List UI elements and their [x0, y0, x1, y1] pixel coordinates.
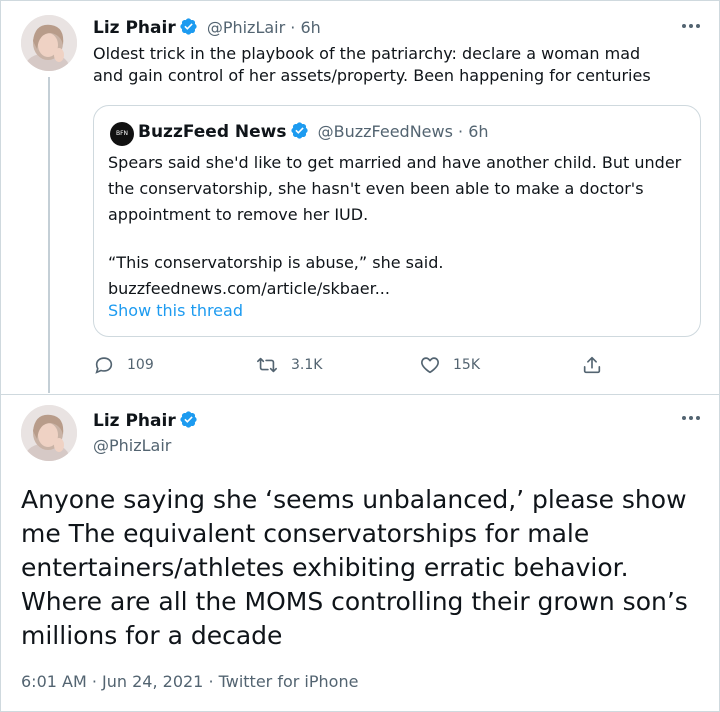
quoted-tweet-time: 6h: [468, 122, 489, 141]
person-avatar-icon[interactable]: [21, 15, 77, 71]
retweet-button[interactable]: 3.1K: [255, 351, 322, 379]
author-name[interactable]: Liz Phair: [93, 18, 176, 38]
reply-tweet-header: Liz Phair @PhizLair · 6h: [93, 17, 321, 38]
quoted-link: buzzfeednews.com/article/skbaer...: [108, 279, 390, 298]
reply-tweet-text: Oldest trick in the playbook of the patr…: [93, 44, 651, 85]
verified-badge-icon: [180, 18, 197, 35]
verified-badge-icon: [180, 411, 197, 428]
main-tweet-author: Liz Phair: [93, 410, 198, 431]
meta-separator: ·: [458, 122, 464, 141]
verified-badge-icon: [290, 122, 308, 139]
retweet-icon: [257, 357, 277, 373]
reply-count: 109: [127, 357, 154, 373]
tweet-actions: 109 3.1K 15K: [93, 351, 613, 379]
meta-separator: ·: [290, 18, 296, 37]
author-handle[interactable]: @PhizLair: [207, 18, 285, 37]
quoted-paragraph: Spears said she'd like to get married an…: [108, 153, 682, 224]
quoted-tweet-body: Spears said she'd like to get married an…: [108, 150, 688, 302]
quoted-author-handle: @BuzzFeedNews: [317, 122, 453, 141]
buzzfeed-logo-icon: BFN: [110, 122, 134, 146]
author-name[interactable]: Liz Phair: [93, 411, 176, 431]
person-avatar-icon[interactable]: [21, 405, 77, 461]
like-count: 15K: [453, 357, 480, 373]
quoted-author-name: BuzzFeed News: [138, 122, 287, 142]
show-thread-link[interactable]: Show this thread: [108, 301, 243, 320]
thread-connector-line: [48, 77, 50, 393]
share-button[interactable]: [581, 351, 603, 379]
main-tweet-text: Anyone saying she ‘seems unbalanced,’ pl…: [21, 485, 688, 650]
quoted-tweet-header: BuzzFeed News @BuzzFeedNews · 6h: [138, 121, 489, 142]
like-button[interactable]: 15K: [419, 351, 480, 379]
more-options-icon[interactable]: [679, 21, 705, 35]
share-icon: [583, 356, 601, 374]
author-handle[interactable]: @PhizLair: [93, 436, 171, 455]
more-options-icon[interactable]: [679, 413, 705, 427]
tweet-thread-card: Liz Phair @PhizLair · 6h Oldest trick in…: [0, 0, 720, 712]
tweet-time[interactable]: 6h: [300, 18, 320, 37]
reply-button[interactable]: 109: [93, 351, 154, 379]
reply-icon: [95, 357, 113, 374]
tweet-timestamp-source[interactable]: 6:01 AM · Jun 24, 2021 · Twitter for iPh…: [21, 672, 358, 691]
divider: [1, 394, 720, 395]
quoted-paragraph: “This conservatorship is abuse,” she sai…: [108, 253, 444, 272]
like-icon: [421, 357, 439, 374]
retweet-count: 3.1K: [291, 357, 323, 373]
quoted-tweet-card[interactable]: BFN BuzzFeed News @BuzzFeedNews · 6h Spe…: [93, 105, 701, 337]
